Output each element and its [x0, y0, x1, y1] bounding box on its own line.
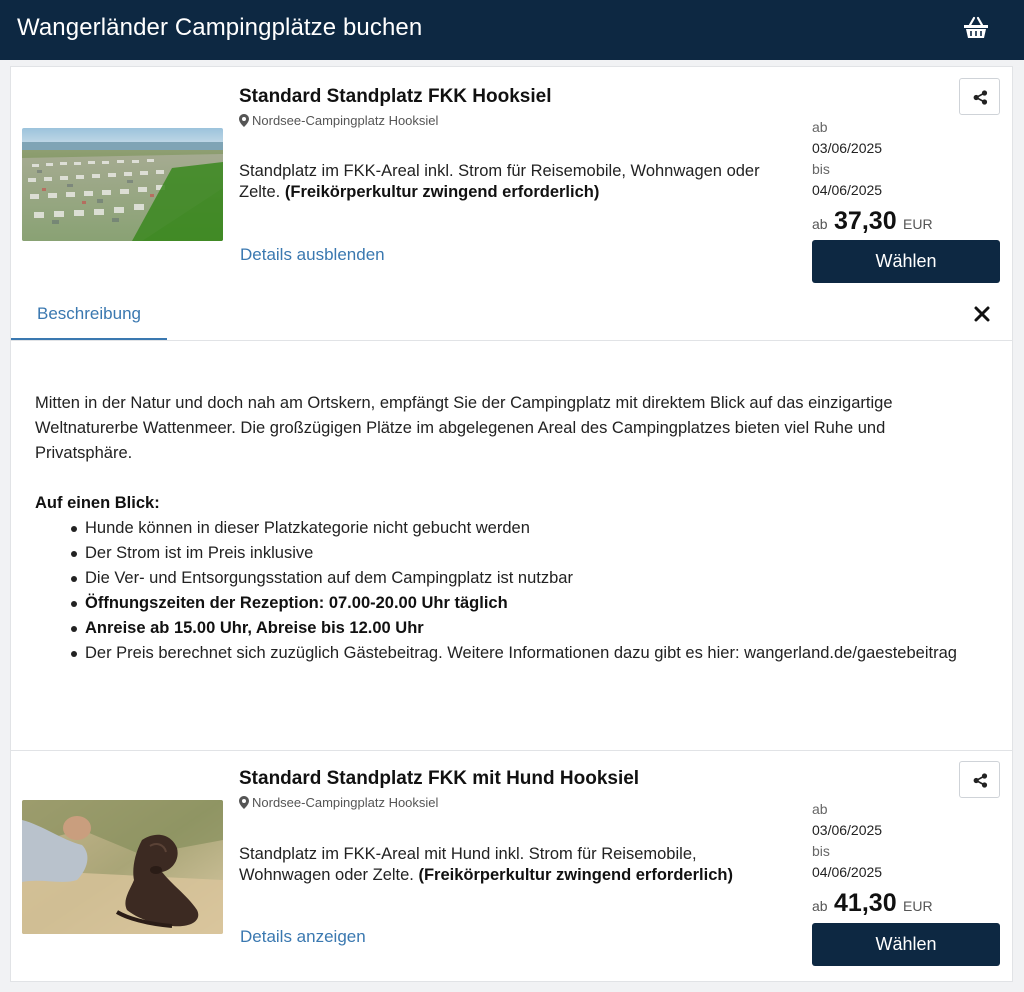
to-label: bis	[812, 161, 830, 177]
date-range: ab 03/06/2025 bis 04/06/2025	[812, 117, 882, 201]
location-label: Nordsee-Campingplatz Hooksiel	[239, 795, 438, 811]
share-icon	[973, 90, 988, 105]
price-prefix: ab	[812, 898, 828, 914]
price-currency: EUR	[903, 898, 933, 914]
product-card: Standard Standplatz FKK mit Hund Hooksie…	[10, 750, 1013, 982]
share-button[interactable]	[959, 761, 1000, 798]
description-intro: Mitten in der Natur und doch nah am Orts…	[35, 394, 893, 462]
location-text: Nordsee-Campingplatz Hooksiel	[252, 795, 439, 810]
map-marker-icon	[239, 796, 249, 809]
description-note: (Freikörperkultur zwingend erforderlich)	[418, 866, 733, 884]
to-date: 04/06/2025	[812, 182, 883, 198]
from-label: ab	[812, 801, 828, 817]
basket-icon[interactable]	[961, 14, 991, 42]
feature-list: Hunde können in dieser Platzkategorie ni…	[71, 516, 965, 666]
list-item: Öffnungszeiten der Rezeption: 07.00-20.0…	[71, 591, 965, 616]
date-range: ab 03/06/2025 bis 04/06/2025	[812, 799, 882, 883]
location-text: Nordsee-Campingplatz Hooksiel	[252, 113, 439, 128]
location-label: Nordsee-Campingplatz Hooksiel	[239, 113, 438, 129]
product-card: Standard Standplatz FKK Hooksiel Nordsee…	[10, 66, 1013, 294]
product-description: Standplatz im FKK-Areal mit Hund inkl. S…	[239, 844, 759, 886]
list-item: Die Ver- und Entsorgungsstation auf dem …	[71, 566, 965, 591]
list-item: Anreise ab 15.00 Uhr, Abreise bis 12.00 …	[71, 616, 965, 641]
from-date: 03/06/2025	[812, 822, 883, 838]
from-date: 03/06/2025	[812, 140, 883, 156]
list-item: Hunde können in dieser Platzkategorie ni…	[71, 516, 965, 541]
description-note: (Freikörperkultur zwingend erforderlich)	[284, 183, 600, 201]
choose-button[interactable]: Wählen	[812, 240, 1000, 283]
toggle-details-link[interactable]: Details ausblenden	[240, 244, 385, 266]
share-button[interactable]	[959, 78, 1000, 115]
page-title: Wangerländer Campingplätze buchen	[17, 14, 423, 41]
close-icon[interactable]	[971, 303, 993, 325]
price: ab 37,30 EUR	[812, 207, 933, 239]
choose-button[interactable]: Wählen	[812, 923, 1000, 966]
product-description: Standplatz im FKK-Areal inkl. Strom für …	[239, 161, 799, 203]
tab-description[interactable]: Beschreibung	[11, 294, 167, 340]
list-item: Der Strom ist im Preis inklusive	[71, 541, 965, 566]
product-title[interactable]: Standard Standplatz FKK Hooksiel	[239, 85, 551, 109]
product-title[interactable]: Standard Standplatz FKK mit Hund Hooksie…	[239, 767, 639, 791]
top-bar: Wangerländer Campingplätze buchen	[0, 0, 1024, 60]
product-image[interactable]	[22, 800, 223, 934]
product-image[interactable]	[22, 128, 223, 241]
overview-heading: Auf einen Blick:	[35, 494, 160, 512]
description-panel: Mitten in der Natur und doch nah am Orts…	[10, 341, 1013, 750]
price-amount: 37,30	[834, 207, 897, 235]
price-currency: EUR	[903, 216, 933, 232]
map-marker-icon	[239, 114, 249, 127]
price-amount: 41,30	[834, 889, 897, 917]
share-icon	[973, 773, 988, 788]
price: ab 41,30 EUR	[812, 889, 933, 921]
price-prefix: ab	[812, 216, 828, 232]
from-label: ab	[812, 119, 828, 135]
to-label: bis	[812, 843, 830, 859]
list-item: Der Preis berechnet sich zuzüglich Gäste…	[71, 641, 965, 666]
to-date: 04/06/2025	[812, 864, 883, 880]
toggle-details-link[interactable]: Details anzeigen	[240, 926, 366, 948]
details-tabs: Beschreibung	[10, 294, 1013, 341]
